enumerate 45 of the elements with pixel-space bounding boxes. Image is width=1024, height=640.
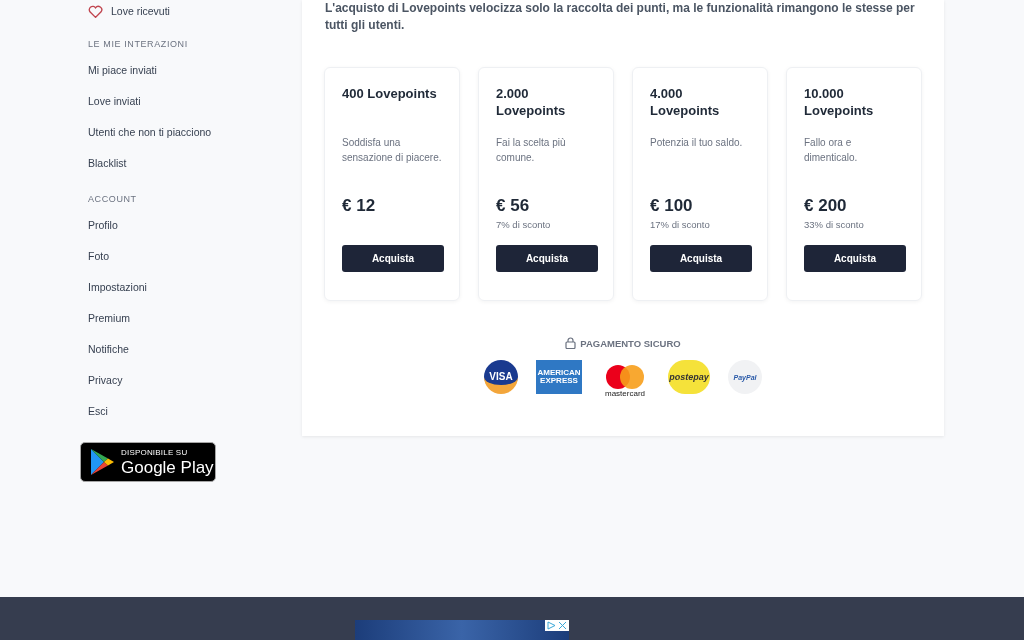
sidebar-item[interactable]: Love inviati (80, 85, 302, 116)
visa-logo: VISA (484, 360, 518, 394)
package-price: € 56 (496, 196, 530, 216)
sidebar-item[interactable]: Notifiche (80, 333, 302, 364)
discount-text: 17% di sconto (650, 219, 710, 231)
section-heading: ACCOUNT (87, 193, 137, 206)
lock-icon (565, 337, 577, 349)
package-title: 2.000 Lovepoints (496, 85, 567, 119)
google-play-badge[interactable]: DISPONIBILE SU Google Play (80, 442, 216, 482)
package-price: € 100 (650, 196, 693, 216)
sidebar-item[interactable]: Love ricevuti (80, 0, 302, 26)
sidebar-item[interactable]: Profilo (80, 209, 302, 240)
buy-button[interactable]: Acquista (650, 245, 752, 272)
intro-text: L'acquisto di Lovepoints velocizza solo la raccolta dei punti, ma le funzionalità rimangono le stesse per tutti gli utenti. (325, 0, 916, 34)
sidebar-item[interactable]: Utenti che non ti piacciono (80, 116, 302, 147)
package-description: Potenzia il tuo saldo. (650, 136, 744, 150)
package-title: 4.000 Lovepoints (650, 85, 721, 119)
package-price: € 200 (804, 196, 847, 216)
sidebar-item[interactable]: Premium (80, 302, 302, 333)
ad-choices-icon[interactable] (547, 621, 556, 630)
buy-button[interactable]: Acquista (342, 245, 444, 272)
sidebar-item[interactable]: Impostazioni (80, 271, 302, 302)
package-title: 10.000 Lovepoints (804, 85, 875, 119)
amex-logo: AMERICAN EXPRESS (536, 360, 582, 394)
secure-payment-label: PAGAMENTO SICURO (580, 337, 681, 349)
buy-button[interactable]: Acquista (804, 245, 906, 272)
discount-text: 33% di sconto (804, 219, 864, 231)
discount-text: 7% di sconto (496, 219, 551, 231)
package-description: Fai la scelta più comune. (496, 136, 567, 165)
sidebar-item[interactable]: Foto (80, 240, 302, 271)
mastercard-logo: mastercard (600, 360, 650, 398)
sidebar-item[interactable]: Mi piace inviati (80, 54, 302, 85)
sidebar-item[interactable]: Esci (80, 395, 302, 426)
postepay-logo: postepay (668, 360, 710, 394)
package-price: € 12 (342, 196, 376, 216)
buy-button[interactable]: Acquista (496, 245, 598, 272)
heart-icon (88, 4, 103, 18)
sidebar-item[interactable]: Blacklist (80, 147, 302, 178)
close-icon[interactable] (558, 621, 567, 630)
package-description: Fallo ora e dimenticalo. (804, 136, 859, 165)
section-heading: LE MIE INTERAZIONI (87, 38, 188, 51)
sidebar-item[interactable]: Privacy (80, 364, 302, 395)
package-title: 400 Lovepoints (342, 85, 437, 103)
ad-banner[interactable] (355, 620, 569, 640)
package-description: Soddisfa una sensazione di piacere. (342, 136, 443, 165)
